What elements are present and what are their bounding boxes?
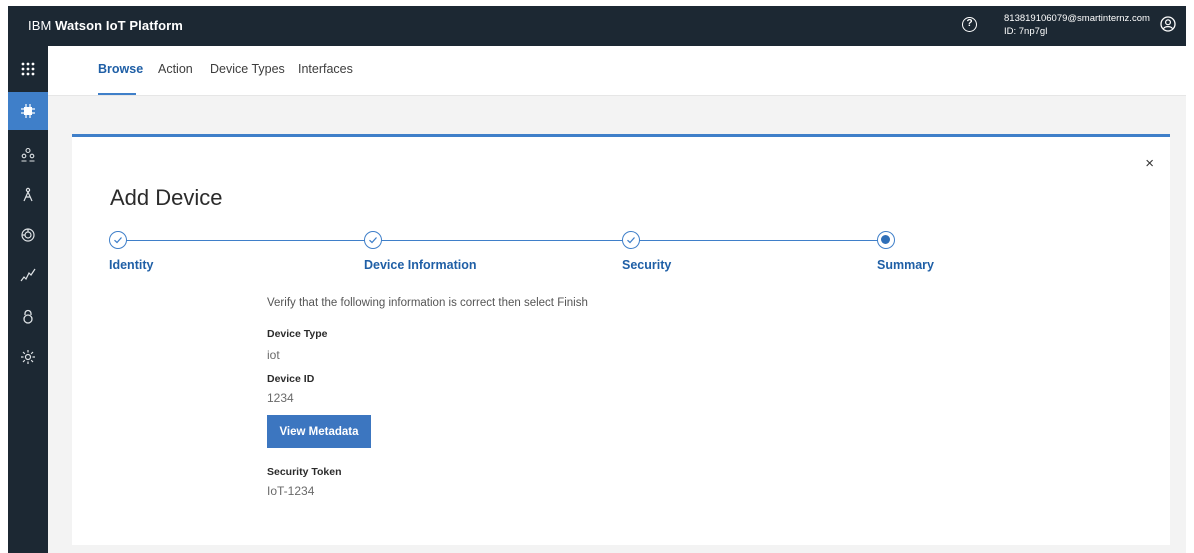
- apps-icon[interactable]: [8, 176, 48, 214]
- top-bar: IBM Watson IoT Platform ? 813819106079@s…: [8, 6, 1186, 46]
- device-type-value: iot: [267, 348, 280, 362]
- step-summary-current-icon[interactable]: [877, 231, 895, 249]
- secondary-nav: Browse Action Device Types Interfaces: [48, 46, 1186, 96]
- user-info[interactable]: 813819106079@smartinternz.com ID: 7np7gl: [1004, 12, 1150, 38]
- brand-name: Watson IoT Platform: [55, 18, 183, 33]
- rules-icon[interactable]: [8, 216, 48, 254]
- tab-browse[interactable]: Browse: [98, 62, 143, 76]
- device-type-label: Device Type: [267, 328, 328, 340]
- security-token-value: IoT-1234: [267, 484, 315, 498]
- close-icon[interactable]: ×: [1145, 155, 1154, 172]
- apps-grid-icon[interactable]: [8, 50, 48, 88]
- tab-device-types[interactable]: Device Types: [210, 62, 285, 76]
- members-icon[interactable]: [8, 136, 48, 174]
- brand-prefix: IBM: [28, 18, 52, 33]
- step-security-check-icon[interactable]: [622, 231, 640, 249]
- settings-icon[interactable]: [8, 338, 48, 376]
- brand-title[interactable]: IBM Watson IoT Platform: [28, 18, 183, 33]
- tab-interfaces[interactable]: Interfaces: [298, 62, 353, 76]
- step-label-device-information[interactable]: Device Information: [364, 258, 477, 272]
- device-id-label: Device ID: [267, 373, 315, 385]
- step-label-summary[interactable]: Summary: [877, 258, 934, 272]
- verify-instructions: Verify that the following information is…: [267, 297, 588, 309]
- step-device-info-check-icon[interactable]: [364, 231, 382, 249]
- user-avatar-icon[interactable]: [1160, 16, 1176, 32]
- step-label-security[interactable]: Security: [622, 258, 671, 272]
- security-token-label: Security Token: [267, 466, 342, 478]
- modal-title: Add Device: [110, 185, 223, 210]
- active-tab-indicator: [98, 93, 136, 95]
- app-frame: IBM Watson IoT Platform ? 813819106079@s…: [8, 6, 1186, 553]
- devices-chip-icon[interactable]: [8, 92, 48, 130]
- progress-line: [118, 240, 886, 241]
- help-icon[interactable]: ?: [962, 17, 977, 32]
- view-metadata-button[interactable]: View Metadata: [267, 415, 371, 448]
- tab-action[interactable]: Action: [158, 62, 193, 76]
- security-icon[interactable]: [8, 298, 48, 336]
- add-device-modal: × Add Device Identity Device Information…: [72, 134, 1170, 545]
- usage-chart-icon[interactable]: [8, 256, 48, 294]
- user-email: 813819106079@smartinternz.com: [1004, 13, 1150, 24]
- user-id: ID: 7np7gl: [1004, 26, 1048, 37]
- step-label-identity[interactable]: Identity: [109, 258, 153, 272]
- step-identity-check-icon[interactable]: [109, 231, 127, 249]
- left-nav-rail: [8, 46, 48, 553]
- device-id-value: 1234: [267, 391, 294, 405]
